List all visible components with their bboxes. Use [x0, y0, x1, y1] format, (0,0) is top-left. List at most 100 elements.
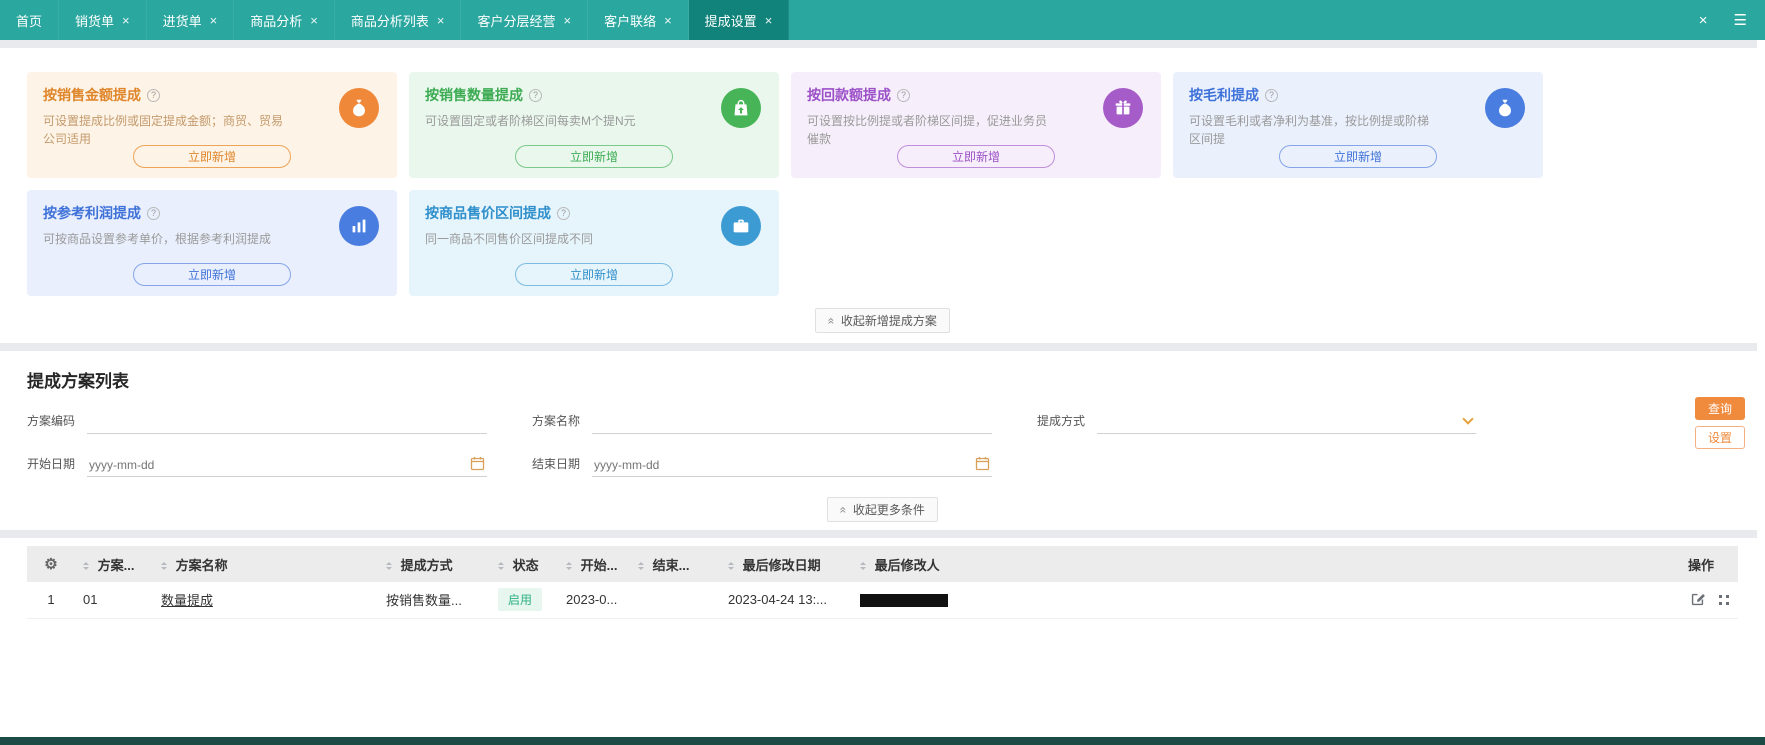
- section-divider: [0, 40, 1765, 48]
- menu-icon[interactable]: ☰: [1734, 11, 1747, 29]
- column-settings-header[interactable]: ⚙: [27, 546, 75, 582]
- briefcase-icon: [721, 206, 761, 246]
- help-icon[interactable]: ?: [557, 206, 570, 220]
- collapse-filters-button[interactable]: « 收起更多条件: [827, 497, 938, 522]
- cell-scheme-code: 01: [75, 582, 153, 619]
- card-gross-profit-commission: 按毛利提成 ? 可设置毛利或者净利为基准，按比例提或阶梯区间提 立即新增: [1173, 72, 1543, 178]
- tab-product-analysis[interactable]: 商品分析 ×: [234, 0, 335, 40]
- col-last-modified-by[interactable]: 最后修改人: [852, 546, 1680, 582]
- card-title: 按参考利润提成 ?: [43, 203, 381, 223]
- cell-modified-date: 2023-04-24 13:...: [720, 582, 852, 619]
- card-title-text: 按销售数量提成: [425, 87, 523, 103]
- add-now-button[interactable]: 立即新增: [133, 263, 291, 286]
- scheme-code-input[interactable]: [87, 411, 487, 434]
- filter-row-2: 开始日期 结束日期: [27, 454, 1738, 477]
- col-actions: 操作: [1680, 546, 1738, 582]
- add-now-button[interactable]: 立即新增: [133, 145, 291, 168]
- tab-label: 进货单: [162, 13, 202, 29]
- edit-icon[interactable]: [1690, 592, 1705, 607]
- help-icon[interactable]: ?: [529, 88, 542, 102]
- tab-home[interactable]: 首页: [0, 0, 60, 40]
- close-tab-icon[interactable]: ×: [310, 14, 318, 27]
- col-commission-method[interactable]: 提成方式: [378, 546, 490, 582]
- tab-label: 客户联络: [604, 13, 657, 29]
- close-tab-icon[interactable]: ×: [563, 14, 571, 27]
- add-now-button[interactable]: 立即新增: [515, 263, 673, 286]
- scheme-list-panel: 提成方案列表 方案编码 方案名称 提成方式 开始日期 yyyy-mm-dd 结束…: [0, 351, 1765, 530]
- sort-icon[interactable]: [566, 559, 572, 573]
- tab-label: 客户分层经营: [477, 13, 556, 29]
- calendar-icon[interactable]: [975, 456, 990, 471]
- tab-label: 商品分析: [250, 13, 303, 29]
- scheme-name-link[interactable]: 数量提成: [161, 593, 213, 608]
- schemes-table: ⚙ 方案... 方案名称 提成方式 状态 开始... 结束... 最后修改日期 …: [27, 546, 1738, 619]
- tab-customer-contact[interactable]: 客户联络 ×: [588, 0, 689, 40]
- table-row: 1 01 数量提成 按销售数量... 启用 2023-0... 2023-04-…: [27, 582, 1738, 619]
- close-tab-icon[interactable]: ×: [210, 14, 218, 27]
- commission-method-select[interactable]: [1097, 410, 1476, 434]
- card-description: 可设置提成比例或固定提成金额；商贸、贸易公司适用: [43, 114, 284, 146]
- more-actions-icon[interactable]: [1718, 594, 1729, 605]
- tab-commission-settings[interactable]: 提成设置 ×: [688, 0, 790, 40]
- section-divider: [0, 530, 1765, 538]
- help-icon[interactable]: ?: [147, 206, 160, 220]
- add-now-button[interactable]: 立即新增: [897, 145, 1055, 168]
- start-date-label: 开始日期: [27, 457, 76, 471]
- help-icon[interactable]: ?: [147, 88, 160, 102]
- sort-icon[interactable]: [638, 559, 644, 573]
- settings-button[interactable]: 设置: [1695, 426, 1745, 449]
- close-all-icon[interactable]: ×: [1699, 12, 1708, 29]
- filter-scheme-code: 方案编码: [27, 411, 532, 434]
- row-index: 1: [27, 582, 75, 619]
- sort-icon[interactable]: [83, 559, 89, 573]
- sort-icon[interactable]: [498, 559, 504, 573]
- scheme-name-input[interactable]: [592, 411, 992, 434]
- col-scheme-name[interactable]: 方案名称: [153, 546, 378, 582]
- sort-icon[interactable]: [386, 559, 392, 573]
- query-button[interactable]: 查询: [1695, 397, 1745, 420]
- close-tab-icon[interactable]: ×: [664, 14, 672, 27]
- col-scheme-code[interactable]: 方案...: [75, 546, 153, 582]
- card-sales-amount-commission: 按销售金额提成 ? 可设置提成比例或固定提成金额；商贸、贸易公司适用 立即新增: [27, 72, 397, 178]
- add-now-button[interactable]: 立即新增: [1279, 145, 1437, 168]
- filter-row-1: 方案编码 方案名称 提成方式: [27, 410, 1738, 434]
- card-price-range-commission: 按商品售价区间提成 ? 同一商品不同售价区间提成不同 立即新增: [409, 190, 779, 296]
- help-icon[interactable]: ?: [897, 88, 910, 102]
- card-sales-quantity-commission: 按销售数量提成 ? 可设置固定或者阶梯区间每卖M个提N元 立即新增: [409, 72, 779, 178]
- tab-customer-tiering[interactable]: 客户分层经营 ×: [461, 0, 589, 40]
- add-now-button[interactable]: 立即新增: [515, 145, 673, 168]
- collapse-cards-button[interactable]: « 收起新增提成方案: [815, 308, 950, 333]
- col-status[interactable]: 状态: [490, 546, 558, 582]
- sort-icon[interactable]: [728, 559, 734, 573]
- commission-method-label: 提成方式: [1037, 414, 1086, 428]
- tab-bar: 首页 销货单 × 进货单 × 商品分析 × 商品分析列表 × 客户分层经营 × …: [0, 0, 1765, 40]
- col-end-date[interactable]: 结束...: [630, 546, 720, 582]
- close-tab-icon[interactable]: ×: [765, 14, 773, 27]
- scrollbar-track[interactable]: [1757, 40, 1765, 737]
- help-icon[interactable]: ?: [1265, 88, 1278, 102]
- tab-label: 销货单: [75, 13, 115, 29]
- filter-commission-method: 提成方式: [1037, 410, 1738, 434]
- table-header-row: ⚙ 方案... 方案名称 提成方式 状态 开始... 结束... 最后修改日期 …: [27, 546, 1738, 582]
- chevron-down-icon: [1462, 413, 1474, 425]
- gear-icon[interactable]: ⚙: [44, 556, 57, 573]
- row-actions: [1688, 592, 1730, 607]
- end-date-input[interactable]: [592, 454, 969, 476]
- collapse-filters-label: 收起更多条件: [852, 503, 925, 517]
- tab-label: 商品分析列表: [350, 13, 429, 29]
- sort-icon[interactable]: [161, 559, 167, 573]
- filter-actions: 查询 设置: [1695, 397, 1745, 449]
- close-tab-icon[interactable]: ×: [437, 14, 445, 27]
- tab-sales-order[interactable]: 销货单 ×: [59, 0, 147, 40]
- calendar-icon[interactable]: [470, 456, 485, 471]
- close-tab-icon[interactable]: ×: [122, 14, 130, 27]
- sort-icon[interactable]: [860, 559, 866, 573]
- tab-purchase-order[interactable]: 进货单 ×: [147, 0, 235, 40]
- bar-chart-icon: [339, 206, 379, 246]
- filter-end-date: 结束日期: [532, 454, 1037, 477]
- col-last-modified-date[interactable]: 最后修改日期: [720, 546, 852, 582]
- tab-product-analysis-list[interactable]: 商品分析列表 ×: [335, 0, 462, 40]
- start-date-input[interactable]: [87, 454, 464, 476]
- money-bag-icon: [339, 88, 379, 128]
- col-start-date[interactable]: 开始...: [558, 546, 630, 582]
